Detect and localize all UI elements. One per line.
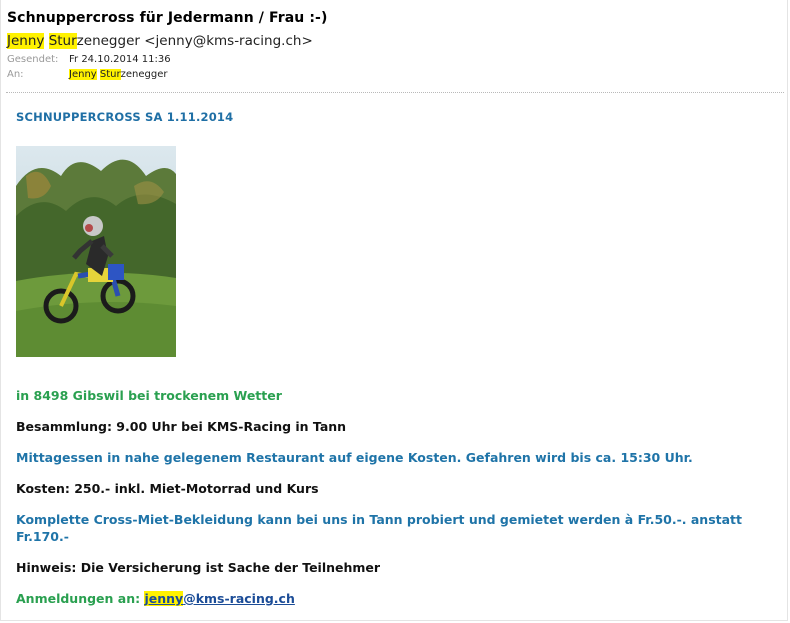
meeting-text: Besammlung: 9.00 Uhr bei KMS-Racing in T… [16, 419, 347, 434]
sender-email: <jenny@kms-racing.ch> [144, 33, 313, 49]
motocross-photo [16, 146, 176, 357]
recipient-rest: zenegger [120, 69, 168, 80]
note-text: Hinweis: Die Versicherung ist Sache der … [16, 560, 381, 575]
search-highlight: Jenny [69, 69, 97, 80]
sent-value: Fr 24.10.2014 11:36 [69, 54, 171, 65]
search-highlight: Stur [48, 33, 77, 49]
to-label: An: [7, 69, 24, 80]
search-highlight: Stur [99, 69, 121, 80]
to-row: An: Jenny Sturzenegger [7, 68, 784, 82]
sent-label: Gesendet: [7, 54, 59, 65]
search-highlight: jenny [144, 591, 184, 606]
event-title: SCHNUPPERCROSS SA 1.11.2014 [16, 110, 234, 124]
register-label: Anmeldungen an: [16, 591, 141, 606]
register-row: Anmeldungen an: jenny@kms-racing.ch [16, 590, 780, 607]
email-header: Schnuppercross für Jedermann / Frau :-) … [7, 10, 784, 82]
register-email-link[interactable]: jenny@kms-racing.ch [144, 591, 295, 606]
clothing-text: Komplette Cross-Miet-Bekleidung kann bei… [16, 512, 743, 544]
email-body: SCHNUPPERCROSS SA 1.11.2014 in 8498 Gibs… [16, 110, 780, 607]
sent-row: Gesendet: Fr 24.10.2014 11:36 [7, 53, 784, 67]
location-text: in 8498 Gibswil bei trockenem Wetter [16, 388, 282, 403]
costs-text: Kosten: 250.- inkl. Miet-Motorrad und Ku… [16, 481, 319, 496]
sender-name-rest: zenegger [76, 33, 140, 49]
email-sender[interactable]: Jenny Sturzenegger <jenny@kms-racing.ch> [7, 33, 784, 49]
register-email-rest: @kms-racing.ch [183, 591, 295, 606]
lunch-text: Mittagessen in nahe gelegenem Restaurant… [16, 450, 693, 465]
header-separator [6, 92, 784, 93]
recipient[interactable]: Jenny Sturzenegger [69, 69, 167, 80]
email-subject: Schnuppercross für Jedermann / Frau :-) [7, 10, 328, 26]
search-highlight: Jenny [7, 33, 45, 49]
